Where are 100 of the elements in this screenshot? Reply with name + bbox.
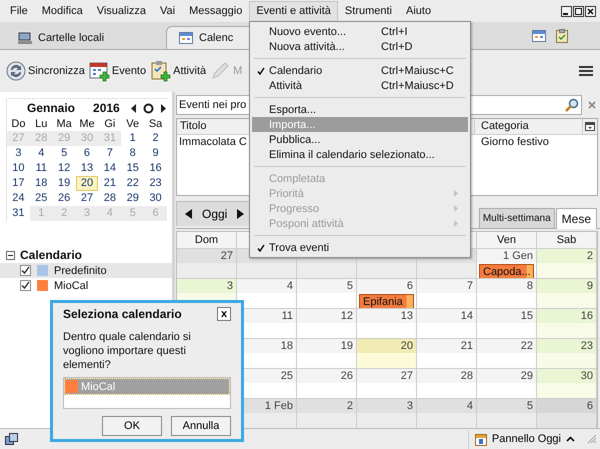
- calendar-list-item[interactable]: Predefinito: [0, 263, 172, 278]
- day-cell[interactable]: 4: [30, 146, 53, 161]
- day-cell[interactable]: 6: [76, 146, 98, 161]
- today-pane-button[interactable]: Pannello Oggi: [468, 430, 581, 448]
- day-cell[interactable]: 13: [76, 161, 98, 176]
- day-cell[interactable]: 17: [7, 176, 30, 191]
- day-cell[interactable]: 31: [7, 206, 30, 221]
- column-header[interactable]: Categoria: [475, 119, 583, 134]
- day-cell[interactable]: 20: [357, 338, 417, 368]
- calendar-list-item[interactable]: MioCal: [0, 278, 172, 293]
- day-cell[interactable]: 5: [52, 146, 76, 161]
- menu-item[interactable]: Strumenti: [338, 1, 399, 21]
- day-cell[interactable]: 15: [477, 308, 537, 338]
- menu-item[interactable]: Aiuto: [399, 1, 438, 21]
- menu-item[interactable]: Attività Ctrl+Maiusc+D: [252, 78, 468, 93]
- day-cell[interactable]: 29: [477, 368, 537, 398]
- day-cell[interactable]: 7: [417, 278, 477, 308]
- menu-item[interactable]: Modifica: [34, 1, 90, 21]
- day-cell[interactable]: 10: [7, 161, 30, 176]
- menu-item[interactable]: Trova eventi: [252, 240, 468, 255]
- menu-item[interactable]: Eventi e attività: [249, 1, 338, 21]
- menu-icon[interactable]: [579, 65, 593, 77]
- day-cell[interactable]: 11: [30, 161, 53, 176]
- day-cell[interactable]: 3: [7, 146, 30, 161]
- toolbar-button[interactable]: Attività: [148, 60, 208, 82]
- previous-icon[interactable]: [185, 209, 192, 219]
- menu-item[interactable]: Pubblica...: [252, 132, 468, 147]
- toolbar-button[interactable]: Evento: [86, 60, 148, 82]
- search-icon[interactable]: [565, 98, 579, 112]
- day-cell[interactable]: 20: [76, 176, 98, 191]
- day-cell[interactable]: 26: [52, 191, 76, 206]
- day-cell[interactable]: 14: [417, 308, 477, 338]
- day-cell[interactable]: 28: [98, 191, 122, 206]
- day-cell[interactable]: 16: [144, 161, 167, 176]
- clipboard-icon[interactable]: [556, 28, 568, 42]
- tab[interactable]: Cartelle locali: [6, 26, 166, 49]
- day-cell[interactable]: 21: [98, 176, 122, 191]
- event-bar[interactable]: Capoda...: [479, 264, 534, 278]
- menu-item[interactable]: Elimina il calendario selezionato...: [252, 147, 468, 162]
- day-cell[interactable]: 5: [477, 398, 537, 428]
- day-cell[interactable]: 27: [177, 248, 237, 278]
- menu-item[interactable]: Visualizza: [90, 1, 154, 21]
- view-tab[interactable]: Mese: [556, 208, 597, 229]
- day-cell[interactable]: 13: [357, 308, 417, 338]
- day-cell[interactable]: 8: [477, 278, 537, 308]
- menu-item[interactable]: Calendario Ctrl+Maiusc+C: [252, 63, 468, 78]
- menu-item[interactable]: Messaggio: [182, 1, 250, 21]
- day-cell[interactable]: 14: [98, 161, 122, 176]
- day-cell[interactable]: 1: [121, 131, 144, 146]
- day-cell[interactable]: 4: [417, 398, 477, 428]
- day-cell[interactable]: 29: [121, 191, 144, 206]
- day-cell[interactable]: 7: [98, 146, 122, 161]
- day-cell[interactable]: 25: [30, 191, 53, 206]
- day-cell[interactable]: 24: [7, 191, 30, 206]
- checkbox[interactable]: [20, 265, 31, 276]
- collapse-icon[interactable]: [6, 250, 15, 260]
- day-cell[interactable]: 9: [144, 146, 167, 161]
- maximize-icon[interactable]: [573, 6, 584, 16]
- day-cell[interactable]: 8: [121, 146, 144, 161]
- day-cell[interactable]: 1 Gen Capoda...: [477, 248, 537, 278]
- day-cell[interactable]: 19: [52, 176, 76, 191]
- day-cell[interactable]: 22: [121, 176, 144, 191]
- day-cell[interactable]: 26: [297, 368, 357, 398]
- day-cell[interactable]: 27: [76, 191, 98, 206]
- day-cell[interactable]: 12: [52, 161, 76, 176]
- day-cell[interactable]: 21: [417, 338, 477, 368]
- day-cell[interactable]: 15: [121, 161, 144, 176]
- today-button[interactable]: Oggi: [198, 207, 232, 221]
- menu-item[interactable]: Esporta...: [252, 102, 468, 117]
- day-cell[interactable]: 23: [144, 176, 167, 191]
- close-icon[interactable]: [585, 6, 596, 16]
- minimize-icon[interactable]: [561, 6, 572, 16]
- day-cell[interactable]: 2: [537, 248, 597, 278]
- day-cell[interactable]: 2: [297, 398, 357, 428]
- day-cell[interactable]: 18: [30, 176, 53, 191]
- day-cell[interactable]: 6 Epifania: [357, 278, 417, 308]
- day-cell[interactable]: 12: [297, 308, 357, 338]
- day-cell[interactable]: 9: [537, 278, 597, 308]
- next-icon[interactable]: [160, 104, 166, 112]
- day-cell[interactable]: 27: [357, 368, 417, 398]
- toolbar-button[interactable]: Sincronizza: [3, 60, 87, 82]
- day-cell[interactable]: 19: [297, 338, 357, 368]
- close-button[interactable]: x: [217, 307, 231, 321]
- calendar-icon[interactable]: [532, 30, 546, 42]
- day-cell[interactable]: 5: [297, 278, 357, 308]
- day-cell[interactable]: 16: [537, 308, 597, 338]
- next-icon[interactable]: [237, 209, 244, 219]
- checkbox[interactable]: [20, 280, 31, 291]
- day-cell[interactable]: 4: [237, 278, 297, 308]
- day-cell[interactable]: 6: [537, 398, 597, 428]
- day-cell[interactable]: 30: [144, 191, 167, 206]
- dialog-button[interactable]: OK: [102, 416, 162, 436]
- column-picker-icon[interactable]: [585, 122, 595, 131]
- previous-icon[interactable]: [130, 104, 137, 112]
- day-cell[interactable]: 28: [417, 368, 477, 398]
- menu-item[interactable]: Vai: [153, 1, 182, 21]
- resize-grip-icon[interactable]: [587, 434, 597, 444]
- view-tab[interactable]: Multi-settimana: [478, 208, 555, 228]
- windows-icon[interactable]: [5, 433, 18, 445]
- today-icon[interactable]: [142, 102, 154, 114]
